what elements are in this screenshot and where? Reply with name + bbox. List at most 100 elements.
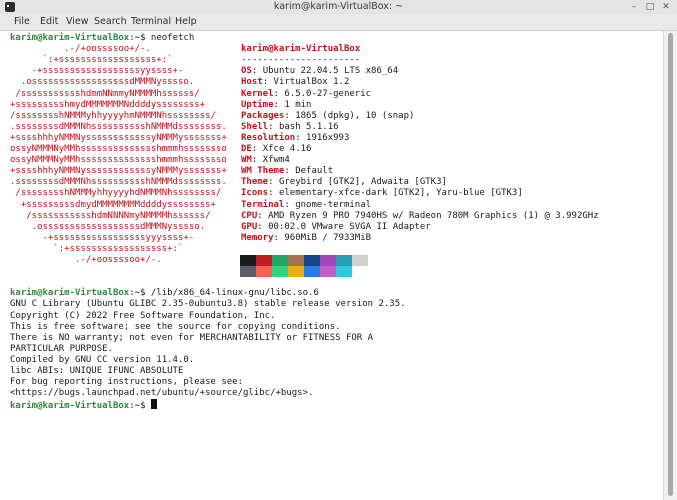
info-sep: : bbox=[273, 99, 285, 110]
menu-search[interactable]: Search bbox=[94, 14, 127, 30]
command-text: neofetch bbox=[150, 33, 195, 43]
title-bar[interactable]: karim@karim-VirtualBox: ~ – □ ✕ bbox=[0, 0, 677, 14]
info-sep: : bbox=[284, 110, 296, 121]
output-line: <https://bugs.launchpad.net/ubuntu/+sour… bbox=[10, 388, 314, 399]
info-key: Theme bbox=[241, 177, 269, 188]
output-line: libc ABIs: UNIQUE IFUNC ABSOLUTE bbox=[10, 366, 184, 376]
prompt-line: karim@karim-VirtualBox:~$ bbox=[10, 399, 157, 412]
info-value: Ubuntu 22.04.5 LTS x86_64 bbox=[262, 66, 399, 77]
menu-terminal[interactable]: Terminal bbox=[131, 14, 171, 30]
info-value: 1916x993 bbox=[306, 132, 350, 143]
info-key: WM bbox=[241, 155, 252, 166]
info-row: WM Theme: Default bbox=[241, 166, 333, 177]
scrollbar-thumb[interactable] bbox=[668, 33, 673, 496]
color-swatch bbox=[304, 266, 320, 278]
ascii-logo-line: /sssssssshNMMMyhhyyyyhdNMMMNhssssssss/ bbox=[10, 188, 222, 199]
menu-help[interactable]: Help bbox=[175, 14, 197, 30]
color-swatch bbox=[272, 266, 288, 278]
color-swatch bbox=[240, 255, 256, 266]
info-row: WM: Xfwm4 bbox=[241, 155, 290, 166]
color-swatch bbox=[336, 255, 352, 266]
menu-edit[interactable]: Edit bbox=[40, 14, 58, 30]
info-value: 1 min bbox=[284, 99, 312, 110]
ascii-logo-line: .-/+oossssoo+/-. bbox=[10, 44, 151, 55]
output-line: GNU C Library (Ubuntu GLIBC 2.35-0ubuntu… bbox=[10, 299, 406, 310]
ascii-logo-line: ossyNMMMNyMMhsssssssssssssshmmmhssssssso bbox=[10, 144, 227, 154]
ascii-logo-line: /ssssssssssshdmmNNmmyNMMMMhssssss/ bbox=[10, 88, 200, 99]
info-row: GPU: 00:02.0 VMware SVGA II Adapter bbox=[241, 222, 431, 233]
output-line: Copyright (C) 2022 Free Software Foundat… bbox=[10, 310, 276, 321]
info-value: 960MiB / 7933MiB bbox=[284, 232, 372, 243]
info-key: Memory bbox=[241, 232, 274, 243]
ascii-logo-line: +sssshhhyNMMNyssssssssssssyNMMMysssssss+ bbox=[10, 166, 227, 177]
close-icon[interactable]: ✕ bbox=[660, 1, 672, 13]
ascii-logo-line: /sssssssshNMMMyhhyyyyhmNMMMNhssssssss/ bbox=[10, 110, 216, 121]
info-value: AMD Ryzen 9 PRO 7940HS w/ Radeon 780M Gr… bbox=[268, 210, 599, 221]
terminal-window: karim@karim-VirtualBox: ~ – □ ✕ File Edi… bbox=[0, 0, 677, 500]
info-key: Resolution bbox=[241, 132, 296, 143]
color-swatch bbox=[288, 266, 304, 278]
info-value: Default bbox=[295, 166, 334, 177]
info-key: Uptime bbox=[241, 99, 274, 110]
info-row: Resolution: 1916x993 bbox=[241, 133, 349, 144]
ascii-logo-line: -+ssssssssssssssssssyyssss+- bbox=[10, 66, 184, 77]
info-sep: : bbox=[284, 199, 296, 210]
info-sep: : bbox=[273, 232, 285, 243]
info-key: Packages bbox=[241, 110, 285, 121]
ascii-logo-line: -+sssssssssssssssssyyyssss+- bbox=[10, 232, 195, 243]
info-key: CPU bbox=[241, 210, 258, 221]
color-swatch bbox=[288, 255, 304, 266]
maximize-icon[interactable]: □ bbox=[644, 1, 656, 13]
info-row: OS: Ubuntu 22.04.5 LTS x86_64 bbox=[241, 66, 398, 77]
prompt-symbol: $ bbox=[140, 33, 151, 43]
info-value: VirtualBox 1.2 bbox=[273, 77, 350, 88]
prompt-line: karim@karim-VirtualBox:~$ /lib/x86_64-li… bbox=[10, 288, 319, 299]
info-row: Icons: elementary-xfce-dark [GTK2], Yaru… bbox=[241, 188, 523, 199]
info-row: Uptime: 1 min bbox=[241, 100, 311, 111]
info-row: Shell: bash 5.1.16 bbox=[241, 122, 339, 133]
info-row: Host: VirtualBox 1.2 bbox=[241, 77, 349, 88]
info-key: Kernel bbox=[241, 88, 274, 99]
ascii-logo-line: ossyNMMMNyMMhsssssssssssssshmmmhssssssso bbox=[10, 155, 227, 166]
ascii-logo-line: +sssshhhyNMMNyssssssssssssyNMMMysssssss+ bbox=[10, 132, 227, 143]
info-key: OS bbox=[241, 66, 252, 77]
color-swatch bbox=[240, 266, 256, 278]
prompt-user-host: karim@karim-VirtualBox bbox=[10, 401, 130, 412]
color-swatch bbox=[256, 255, 272, 266]
prompt-symbol: $ bbox=[140, 401, 151, 412]
info-value: Xfce 4.16 bbox=[262, 144, 312, 154]
ascii-logo-line: .ssssssssdMMMNhsssssssssshNMMMdssssssss. bbox=[10, 177, 227, 188]
output-line: PARTICULAR PURPOSE. bbox=[10, 343, 113, 354]
terminal-output[interactable]: karim@karim-VirtualBox:~$ neofetch .-/+o… bbox=[0, 31, 663, 500]
menu-bar: File Edit View Search Terminal Help bbox=[0, 14, 677, 31]
ascii-logo-line: `:+ssssssssssssssssss+:` bbox=[10, 243, 184, 254]
menu-view[interactable]: View bbox=[66, 14, 89, 30]
color-swatch bbox=[320, 266, 336, 278]
ascii-logo-line: .ssssssssdMMMNhsssssssssshNMMMdssssssss. bbox=[10, 121, 227, 132]
minimize-icon[interactable]: – bbox=[628, 1, 640, 13]
info-key: DE bbox=[241, 144, 252, 154]
color-swatch bbox=[272, 255, 288, 266]
info-sep: : bbox=[257, 221, 269, 232]
prompt-user-host: karim@karim-VirtualBox bbox=[10, 33, 130, 43]
info-value: Greybird [GTK2], Adwaita [GTK3] bbox=[278, 177, 447, 188]
color-swatch bbox=[304, 255, 320, 266]
color-palette-row bbox=[240, 255, 368, 266]
ascii-logo-line: .-/+oossssoo+/-. bbox=[10, 255, 162, 265]
output-line: For bug reporting instructions, please s… bbox=[10, 377, 243, 388]
info-value: gnome-terminal bbox=[295, 199, 372, 210]
ascii-logo-line: `:+ssssssssssssssssss+:` bbox=[10, 55, 173, 66]
info-sep: : bbox=[251, 155, 263, 166]
color-swatch bbox=[336, 266, 352, 278]
info-sep: : bbox=[268, 121, 279, 132]
ascii-logo-line: +sssssssssdmydMMMMMMMMddddyssssssss+ bbox=[10, 199, 216, 210]
info-row: CPU: AMD Ryzen 9 PRO 7940HS w/ Radeon 78… bbox=[241, 211, 599, 222]
color-swatch bbox=[352, 255, 368, 266]
info-key: Shell bbox=[241, 121, 269, 132]
command-text: /lib/x86_64-linux-gnu/libc.so.6 bbox=[150, 288, 319, 299]
window-title: karim@karim-VirtualBox: ~ bbox=[273, 1, 404, 12]
info-sep: : bbox=[268, 188, 279, 199]
menu-file[interactable]: File bbox=[14, 14, 30, 30]
info-sep: : bbox=[251, 144, 263, 154]
scrollbar[interactable] bbox=[663, 31, 677, 500]
